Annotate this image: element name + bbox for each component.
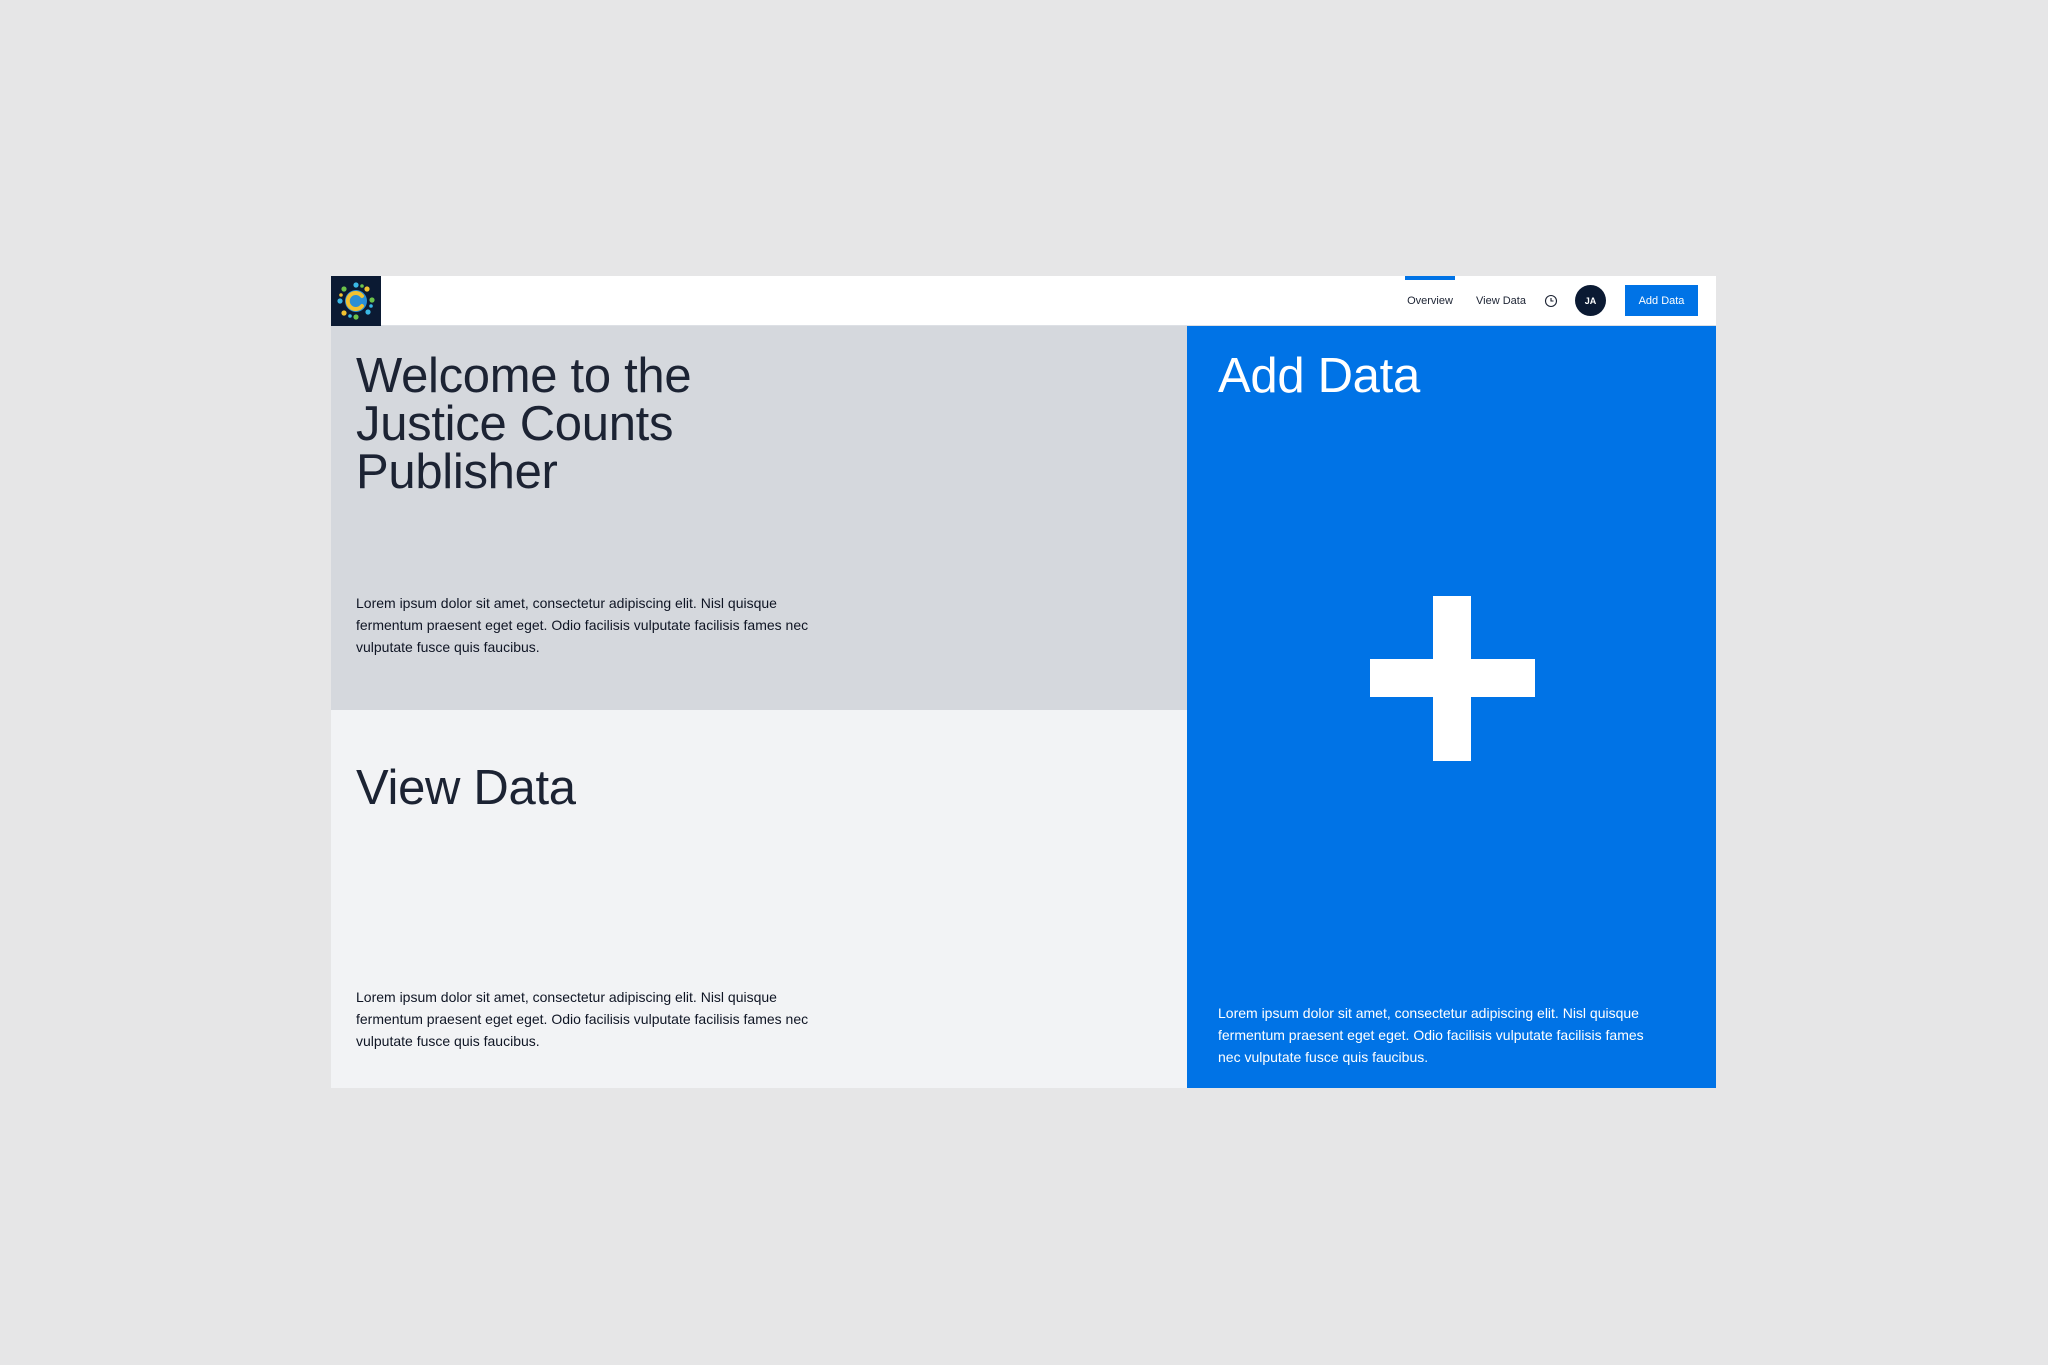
add-data-description: Lorem ipsum dolor sit amet, consectetur … [1218, 1005, 1644, 1065]
nav-tab-overview-label: Overview [1407, 295, 1453, 307]
nav-tab-overview[interactable]: Overview [1405, 276, 1455, 326]
avatar-initials: JA [1584, 295, 1597, 306]
user-avatar[interactable]: JA [1575, 285, 1606, 316]
welcome-description: Lorem ipsum dolor sit amet, consectetur … [356, 595, 809, 655]
welcome-title: Welcome to the Justice Counts Publisher [356, 349, 692, 499]
add-data-title: Add Data [1218, 349, 1420, 403]
active-tab-indicator [1405, 276, 1455, 280]
justice-counts-logo-icon[interactable] [331, 276, 381, 326]
top-header: Overview View Data JA Add Data [331, 276, 1716, 326]
add-data-button[interactable]: Add Data [1625, 285, 1698, 316]
view-data-description: Lorem ipsum dolor sit amet, consectetur … [356, 989, 809, 1049]
view-data-title: View Data [356, 761, 576, 815]
publisher-app: Overview View Data JA Add Data Welcome t… [331, 276, 1716, 1088]
view-data-card[interactable]: View Data Lorem ipsum dolor sit amet, co… [331, 710, 1187, 1088]
nav-tab-view-data-label: View Data [1476, 295, 1526, 307]
clock-icon[interactable] [1544, 294, 1558, 308]
nav-tab-view-data[interactable]: View Data [1473, 276, 1529, 326]
plus-icon [1370, 596, 1535, 761]
welcome-panel: Welcome to the Justice Counts Publisher … [331, 326, 1187, 710]
add-data-card[interactable]: Add Data Lorem ipsum dolor sit amet, con… [1187, 326, 1716, 1088]
